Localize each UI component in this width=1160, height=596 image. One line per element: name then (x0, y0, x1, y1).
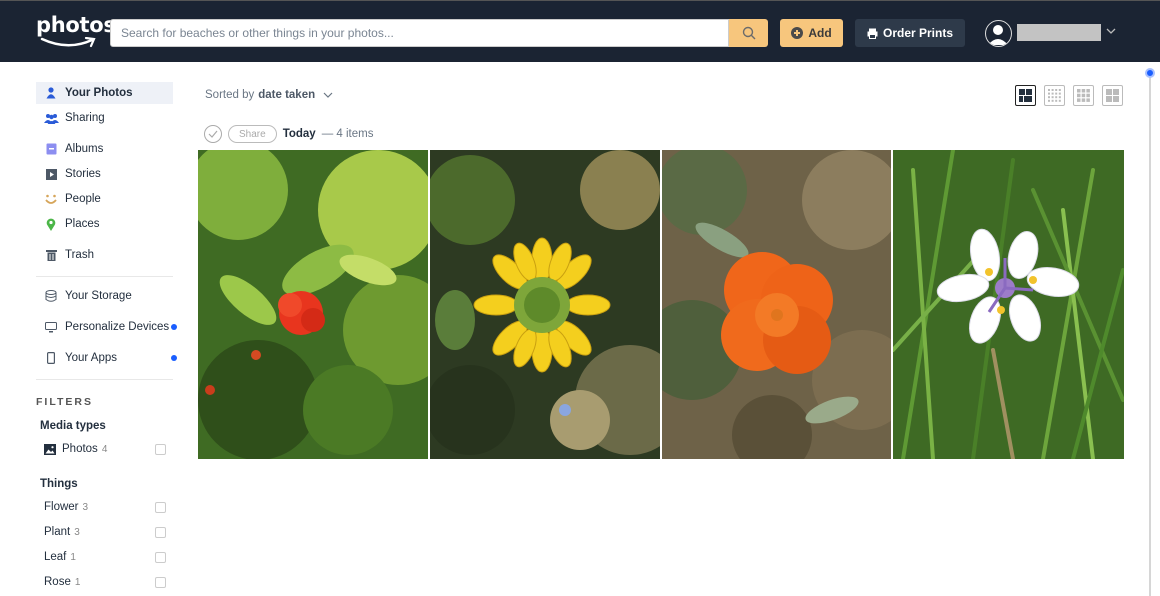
sidebar-item-people[interactable]: People (36, 188, 173, 210)
things-heading: Things (40, 478, 78, 490)
filter-leaf[interactable]: Leaf 1 (44, 548, 166, 566)
view-square-grid-button[interactable] (1102, 85, 1123, 106)
map-pin-icon (43, 218, 59, 231)
photo-thumbnail[interactable] (662, 150, 891, 459)
photo-white-iris (893, 150, 1124, 459)
trash-icon (43, 249, 59, 261)
amazon-photos-logo[interactable]: photos (36, 13, 116, 53)
sidebar-item-personalize-devices[interactable]: Personalize Devices (36, 316, 177, 338)
sidebar-item-places[interactable]: Places (36, 213, 173, 235)
search-input[interactable] (111, 20, 728, 46)
view-mode-toggles (1015, 85, 1123, 106)
share-button[interactable]: Share (228, 125, 277, 143)
search-button[interactable] (729, 19, 768, 47)
media-types-heading: Media types (40, 420, 106, 432)
smiley-icon (43, 194, 59, 205)
printer-icon (867, 28, 878, 39)
top-bar: photos Add Order Prints (0, 0, 1160, 62)
photo-group-header: Share Today — 4 items (204, 125, 373, 143)
sidebar-item-your-storage[interactable]: Your Storage (36, 285, 173, 307)
search-bar (110, 19, 729, 47)
database-icon (43, 290, 59, 302)
filter-flower[interactable]: Flower 3 (44, 498, 166, 516)
filter-checkbox[interactable] (155, 576, 166, 588)
square-grid-icon (1106, 89, 1119, 102)
group-title: Today (282, 128, 316, 140)
view-medium-grid-button[interactable] (1073, 85, 1094, 106)
people-group-icon (43, 113, 59, 124)
plus-circle-icon (791, 27, 804, 39)
add-button[interactable]: Add (780, 19, 843, 47)
filter-rose[interactable]: Rose 1 (44, 573, 166, 591)
timeline-scrollbar[interactable] (1149, 73, 1151, 596)
avatar[interactable] (985, 20, 1012, 47)
sidebar-item-sharing[interactable]: Sharing (36, 107, 173, 129)
photo-thumbnail[interactable] (198, 150, 428, 459)
notification-dot (171, 355, 177, 361)
chevron-down-icon[interactable] (1106, 27, 1116, 35)
image-icon (44, 443, 56, 455)
check-icon (208, 130, 218, 138)
select-all-toggle[interactable] (204, 125, 222, 143)
large-grid-icon (1019, 89, 1032, 102)
user-icon (988, 25, 1008, 45)
sidebar-item-stories[interactable]: Stories (36, 163, 173, 185)
view-small-grid-button[interactable] (1044, 85, 1065, 106)
sidebar-item-your-apps[interactable]: Your Apps (36, 347, 177, 369)
photo-red-flower (198, 150, 428, 459)
play-icon (43, 168, 59, 180)
photo-orange-poppy (662, 150, 891, 459)
photo-yellow-flower (430, 150, 660, 459)
monitor-icon (43, 321, 59, 333)
view-large-grid-button[interactable] (1015, 85, 1036, 106)
person-icon (43, 87, 59, 99)
order-prints-button[interactable]: Order Prints (855, 19, 965, 47)
filter-checkbox[interactable] (155, 443, 166, 455)
filter-plant[interactable]: Plant 3 (44, 523, 166, 541)
group-item-count: — 4 items (321, 128, 374, 140)
sidebar-item-your-photos[interactable]: Your Photos (36, 82, 173, 104)
small-grid-icon (1048, 89, 1061, 102)
medium-grid-icon (1077, 89, 1090, 102)
phone-icon (43, 352, 59, 364)
album-icon (43, 143, 59, 155)
timeline-scroll-handle[interactable] (1145, 68, 1155, 78)
sort-dropdown[interactable]: Sorted by date taken (205, 89, 333, 101)
filter-checkbox[interactable] (155, 501, 166, 513)
filters-heading: FILTERS (36, 396, 93, 408)
sidebar-divider (36, 276, 173, 277)
sidebar-item-trash[interactable]: Trash (36, 244, 173, 266)
smile-arrow-icon (40, 37, 96, 48)
search-icon (742, 26, 755, 40)
username-redacted (1017, 24, 1101, 41)
filter-checkbox[interactable] (155, 551, 166, 563)
filter-checkbox[interactable] (155, 526, 166, 538)
filter-photos[interactable]: Photos 4 (44, 440, 166, 458)
sidebar-item-albums[interactable]: Albums (36, 138, 173, 160)
photo-thumbnail[interactable] (893, 150, 1124, 459)
notification-dot (171, 324, 177, 330)
sidebar-divider (36, 379, 173, 380)
chevron-down-icon (323, 92, 333, 98)
photo-thumbnail[interactable] (430, 150, 660, 459)
